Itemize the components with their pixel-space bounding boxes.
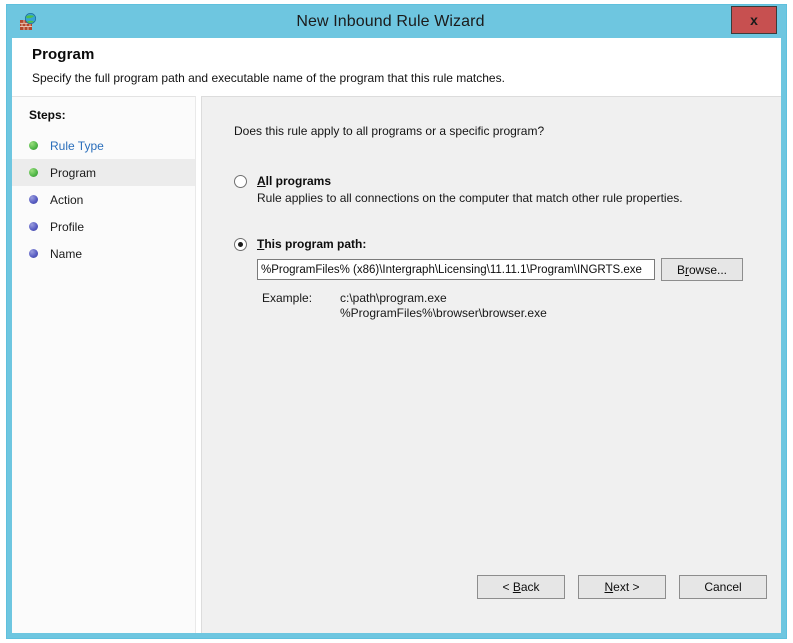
content-region: Steps: Rule Type Program Action Profile [12,96,781,633]
radio-all-programs[interactable]: All programs [234,174,781,188]
title-bar: New Inbound Rule Wizard x [7,5,786,38]
back-button[interactable]: < Back [477,575,565,599]
window-title: New Inbound Rule Wizard [296,12,485,30]
program-path-input[interactable] [257,259,655,280]
example-line: %ProgramFiles%\browser\browser.exe [340,306,547,320]
option-all-programs-description: Rule applies to all connections on the c… [257,191,683,205]
example-line: c:\path\program.exe [340,291,447,305]
step-bullet-icon [29,168,38,177]
radio-this-program-path[interactable]: This program path: [234,237,781,251]
back-post: ack [520,580,540,594]
sidebar-item-action[interactable]: Action [12,186,195,213]
step-bullet-icon [29,222,38,231]
cancel-button[interactable]: Cancel [679,575,767,599]
example-block: Example: c:\path\program.exe %ProgramFil… [262,291,781,321]
option-this-program-path: This program path: Browse... Example: c:… [234,237,781,321]
option-label-rest: his program path: [264,237,367,251]
back-pre: < [502,580,513,594]
accelerator-char: A [257,174,266,188]
page-title: Program [32,46,95,63]
option-this-program-path-label: This program path: [257,237,366,251]
close-icon[interactable]: x [731,6,777,34]
option-label-rest: ll programs [265,174,332,188]
accelerator-char: B [512,580,521,594]
page-header: Program Specify the full program path an… [12,38,781,96]
next-button[interactable]: Next > [578,575,666,599]
sidebar-item-label: Name [50,246,83,261]
example-label: Example: [262,291,313,305]
option-spacer [234,209,781,237]
radio-button-icon[interactable] [234,238,247,251]
program-path-row: Browse... [257,258,781,281]
steps-heading: Steps: [29,108,66,122]
next-post: ext > [613,580,640,594]
browse-button[interactable]: Browse... [661,258,743,281]
step-bullet-icon [29,195,38,204]
sidebar-item-label: Action [50,192,84,207]
sidebar-item-name[interactable]: Name [12,240,195,267]
sidebar-item-rule-type[interactable]: Rule Type [12,132,195,159]
firewall-globe-icon [18,12,38,32]
sidebar-item-label: Rule Type [50,138,104,153]
steps-sidebar: Steps: Rule Type Program Action Profile [12,96,196,633]
sidebar-item-label: Profile [50,219,85,234]
browse-post: owse... [689,262,728,277]
example-lines: c:\path\program.exe %ProgramFiles%\brows… [340,291,547,321]
sidebar-item-profile[interactable]: Profile [12,213,195,240]
page-subtitle: Specify the full program path and execut… [32,71,505,85]
radio-button-icon[interactable] [234,175,247,188]
step-bullet-icon [29,249,38,258]
window-body: Program Specify the full program path an… [12,38,781,633]
option-all-programs-label: All programs [257,174,331,188]
accelerator-char: N [604,580,614,594]
cancel-label: Cancel [704,580,742,594]
program-question: Does this rule apply to all programs or … [234,124,545,138]
option-all-programs: All programs Rule applies to all connect… [234,174,781,205]
wizard-window: New Inbound Rule Wizard x Program Specif… [6,4,787,639]
browse-pre: B [676,262,685,277]
wizard-footer: < Back Next > Cancel [477,575,767,599]
sidebar-item-program[interactable]: Program [12,159,195,186]
step-bullet-icon [29,141,38,150]
main-panel: Does this rule apply to all programs or … [201,96,781,633]
sidebar-item-label: Program [50,165,97,180]
